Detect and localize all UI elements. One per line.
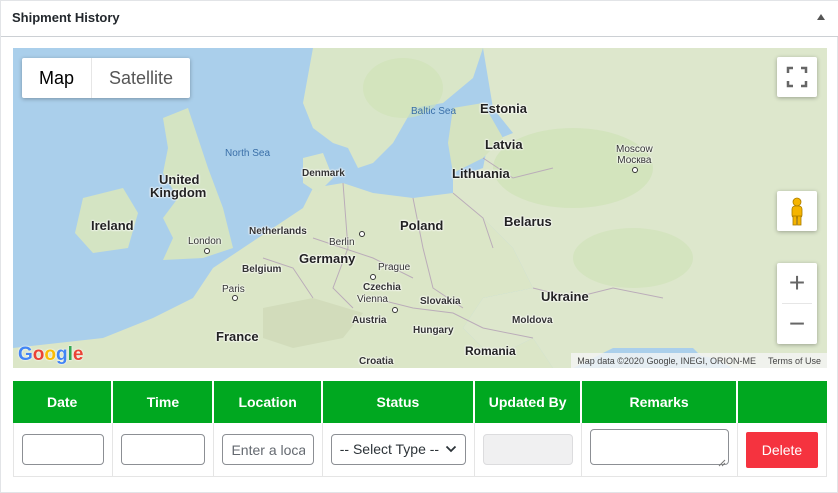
cell-status: -- Select Type -- [322, 423, 476, 477]
collapse-toggle-icon[interactable] [817, 14, 825, 20]
resize-grip-icon[interactable] [718, 459, 726, 467]
delete-button[interactable]: Delete [745, 431, 818, 468]
cell-actions: Delete [737, 423, 827, 477]
status-select[interactable]: -- Select Type -- [330, 434, 467, 465]
map-label-estonia: Estonia [480, 101, 527, 116]
map-label-austria: Austria [352, 315, 387, 326]
map-label-ireland: Ireland [91, 218, 134, 233]
cell-time [113, 423, 215, 477]
header-actions [737, 381, 827, 423]
terms-of-use-link[interactable]: Terms of Use [762, 356, 827, 366]
city-marker-paris [232, 295, 238, 301]
map-label-czechia: Czechia [363, 282, 401, 293]
header-remarks: Remarks [582, 381, 738, 423]
shipment-history-table: Date Time Location Status Updated By Rem… [13, 381, 827, 477]
header-location: Location [214, 381, 323, 423]
map-type-satellite-button[interactable]: Satellite [92, 58, 190, 98]
updated-by-input [483, 434, 574, 465]
city-marker-moscow [632, 167, 638, 173]
map-label-denmark: Denmark [302, 168, 345, 179]
map-label-vienna: Vienna [357, 294, 388, 305]
panel-header[interactable]: Shipment History [1, 1, 838, 37]
map-type-control: Map Satellite [22, 58, 191, 98]
header-updated-by: Updated By [475, 381, 583, 423]
map-label-moscow-en: Moscow [616, 144, 653, 155]
map-label-germany: Germany [299, 251, 356, 266]
table-row: -- Select Type -- [13, 423, 827, 477]
map-label-moldova: Moldova [512, 315, 553, 326]
map-label-north-sea: North Sea [225, 148, 271, 159]
map-view[interactable]: North Sea Baltic Sea Estonia Latvia Lith… [13, 48, 827, 368]
cell-remarks [582, 423, 738, 477]
map-label-moscow-ru: Москва [617, 155, 652, 166]
header-time: Time [113, 381, 215, 423]
shipment-history-panel: Shipment History North Sea Baltic Sea Es… [0, 0, 838, 493]
map-attribution: Map data ©2020 Google, INEGI, ORION-ME T… [571, 353, 827, 368]
zoom-out-button[interactable]: − [777, 304, 817, 344]
cell-location [214, 423, 323, 477]
street-view-button[interactable] [777, 191, 817, 231]
time-input[interactable] [121, 434, 206, 465]
city-marker-vienna [392, 307, 398, 313]
cell-updated-by [475, 423, 583, 477]
zoom-control: + − [777, 263, 817, 344]
zoom-in-button[interactable]: + [777, 263, 817, 303]
map-label-france: France [216, 329, 259, 344]
map-label-romania: Romania [465, 344, 516, 358]
header-status: Status [322, 381, 476, 423]
location-input[interactable] [222, 434, 314, 465]
table-header-row: Date Time Location Status Updated By Rem… [13, 381, 827, 423]
google-logo[interactable]: Google [18, 344, 83, 366]
map-label-latvia: Latvia [485, 137, 523, 152]
cell-date [13, 423, 114, 477]
map-label-paris: Paris [222, 284, 245, 295]
map-label-poland: Poland [400, 218, 444, 233]
fullscreen-icon [786, 66, 808, 88]
map-type-map-button[interactable]: Map [22, 58, 91, 98]
map-label-london: London [188, 236, 222, 247]
map-label-hungary: Hungary [413, 325, 454, 336]
map-data-credit: Map data ©2020 Google, INEGI, ORION-ME [577, 355, 756, 366]
map-label-belgium: Belgium [242, 264, 282, 275]
pegman-icon [791, 197, 803, 226]
city-marker-london [204, 248, 210, 254]
panel-title: Shipment History [12, 10, 120, 25]
map-label-baltic-sea: Baltic Sea [411, 106, 457, 117]
city-marker-prague [370, 274, 376, 280]
map-label-lithuania: Lithuania [452, 166, 510, 181]
map-label-slovakia: Slovakia [420, 296, 461, 307]
date-input[interactable] [22, 434, 105, 465]
chevron-down-icon [445, 445, 457, 453]
map-label-ukraine: Ukraine [541, 289, 589, 304]
fullscreen-button[interactable] [777, 57, 817, 97]
map-label-belarus: Belarus [504, 214, 552, 229]
map-label-prague: Prague [378, 262, 411, 273]
map-label-kingdom: Kingdom [150, 185, 207, 200]
map-label-berlin: Berlin [329, 237, 355, 248]
header-date: Date [13, 381, 114, 423]
map-label-moscow: Moscow Москва [616, 144, 653, 166]
city-marker-berlin [359, 231, 365, 237]
remarks-textarea[interactable] [590, 429, 729, 465]
map-label-netherlands: Netherlands [249, 226, 307, 237]
map-label-croatia: Croatia [359, 356, 394, 367]
